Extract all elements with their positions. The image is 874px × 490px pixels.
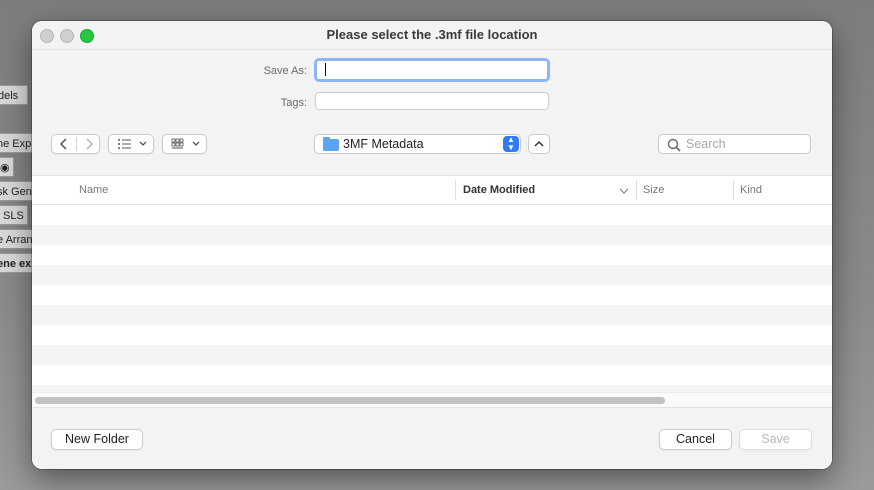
tags-label: Tags: (280, 97, 307, 109)
table-row (32, 365, 832, 385)
bg-panel-item: SLS (0, 205, 28, 225)
table-row (32, 225, 832, 245)
bg-panel-item: ◉ (0, 157, 14, 177)
save-button[interactable]: Save (739, 429, 812, 450)
chevron-up-icon (534, 140, 544, 147)
save-as-input[interactable] (314, 58, 550, 82)
search-icon (667, 138, 681, 152)
bg-panel-item: ne Exp (0, 133, 34, 153)
up-down-arrows-icon: ▲ ▼ (503, 136, 519, 152)
sort-descending-icon (619, 188, 629, 194)
table-row (32, 305, 832, 325)
new-folder-button[interactable]: New Folder (51, 429, 143, 450)
save-dialog: Please select the .3mf file location Sav… (32, 21, 832, 469)
collapse-dialog-button[interactable] (528, 134, 550, 154)
bg-panel-item: e Arran (0, 229, 34, 249)
tags-input[interactable] (315, 92, 549, 110)
horizontal-scrollbar[interactable] (32, 392, 832, 407)
column-divider (733, 180, 734, 200)
list-view-button[interactable] (108, 134, 154, 154)
table-row (32, 325, 832, 345)
search-field[interactable]: Search (658, 134, 811, 154)
table-row (32, 245, 832, 265)
column-divider (455, 180, 456, 200)
bg-panel-item: dels (0, 85, 28, 105)
dialog-footer: New Folder Cancel Save (32, 407, 832, 469)
chevron-left-icon (59, 138, 67, 150)
back-button[interactable] (52, 135, 76, 153)
column-header-size[interactable]: Size (643, 176, 664, 204)
text-caret (325, 63, 326, 76)
column-header-date-modified[interactable]: Date Modified (463, 176, 535, 204)
save-as-label: Save As: (263, 65, 307, 77)
table-row (32, 285, 832, 305)
search-placeholder: Search (686, 137, 726, 151)
column-header-name[interactable]: Name (79, 176, 108, 204)
dialog-title: Please select the .3mf file location (326, 27, 538, 42)
grid-icon (171, 138, 200, 149)
forward-button[interactable] (77, 135, 101, 153)
folder-icon (323, 137, 339, 151)
location-popup[interactable]: 3MF Metadata ▲ ▼ (314, 134, 521, 154)
bg-panel-item: sk Gen (0, 181, 34, 201)
column-divider (636, 180, 637, 200)
save-options-area: Save As: Tags: (32, 50, 832, 175)
grid-view-button[interactable] (162, 134, 207, 154)
cancel-button[interactable]: Cancel (659, 429, 732, 450)
table-row (32, 345, 832, 365)
file-list: Name Date Modified Size Kind (32, 175, 832, 406)
column-header-kind[interactable]: Kind (740, 176, 762, 204)
list-icon (118, 139, 147, 149)
back-forward-control (51, 134, 100, 154)
table-row (32, 265, 832, 285)
location-label: 3MF Metadata (343, 137, 424, 151)
bg-panel-item: ene ex (0, 253, 34, 273)
chevron-right-icon (86, 138, 94, 150)
title-bar: Please select the .3mf file location (32, 21, 832, 50)
table-row (32, 205, 832, 225)
scrollbar-thumb[interactable] (35, 397, 665, 404)
